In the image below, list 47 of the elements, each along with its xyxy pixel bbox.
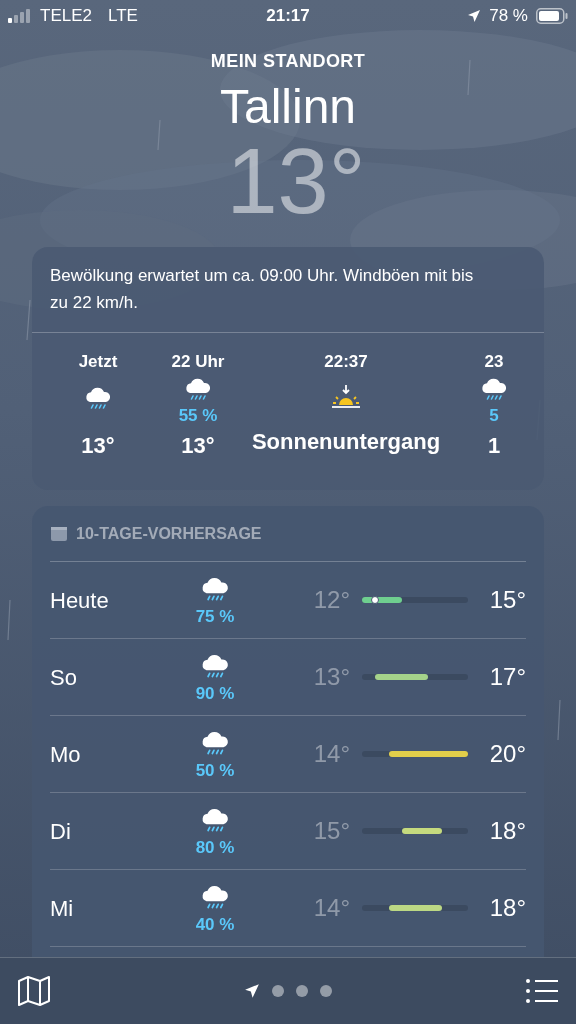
- low-temperature: 12°: [312, 585, 350, 615]
- calendar-icon: [50, 524, 68, 543]
- map-icon: [17, 975, 51, 1007]
- precipitation-chance: 40 %: [195, 916, 235, 934]
- list-icon: [525, 978, 559, 1004]
- sunset-label: Sonnenuntergang: [251, 427, 441, 456]
- battery-icon: [536, 8, 568, 24]
- hour-label: 22:37: [324, 351, 368, 373]
- day-name: Di: [50, 817, 72, 846]
- signal-icon: [8, 9, 32, 23]
- high-temperature: 18°: [488, 816, 526, 846]
- high-temperature: 18°: [488, 893, 526, 923]
- carrier-name: TELE2: [40, 5, 92, 28]
- precipitation-chance: 50 %: [195, 762, 235, 780]
- location-arrow-icon: [467, 9, 482, 23]
- forecast-title: 10-TAGE-VORHERSAGE: [76, 523, 262, 544]
- map-button[interactable]: [16, 973, 52, 1009]
- day-name: Heute: [50, 586, 110, 615]
- precipitation-chance: 5: [489, 406, 499, 425]
- location-page-icon[interactable]: [244, 983, 260, 999]
- network-type: LTE: [108, 5, 138, 28]
- location-caption: MEIN STANDORT: [210, 50, 366, 73]
- precipitation-chance: 90 %: [195, 685, 235, 703]
- day-name: Mi: [50, 894, 75, 923]
- precipitation-chance: 80 %: [195, 839, 235, 857]
- hour-temperature: 13°: [81, 431, 115, 460]
- battery-percent: 78 %: [489, 5, 528, 28]
- hour-temperature: 1: [487, 431, 501, 460]
- precipitation-chance: 55 %: [178, 406, 218, 425]
- clock-time: 21:17: [266, 5, 310, 28]
- day-name: So: [50, 663, 78, 692]
- high-temperature: 17°: [488, 662, 526, 692]
- current-temperature: 13°: [226, 135, 366, 227]
- high-temperature: 15°: [488, 585, 526, 615]
- precipitation-chance: 75 %: [195, 608, 235, 626]
- low-temperature: 13°: [312, 662, 350, 692]
- low-temperature: 14°: [312, 893, 350, 923]
- day-name: Mo: [50, 740, 82, 769]
- forecast-summary: Bewölkung erwartet um ca. 09:00 Uhr. Windböen mit bis zu 22 km/h.: [32, 247, 544, 333]
- low-temperature: 15°: [312, 816, 350, 846]
- high-temperature: 20°: [488, 739, 526, 769]
- city-name: Tallinn: [219, 79, 357, 135]
- hour-label: 23: [484, 351, 504, 373]
- hour-temperature: 13°: [181, 431, 215, 460]
- hour-label: 22 Uhr: [171, 351, 225, 373]
- hour-label: Jetzt: [78, 351, 118, 373]
- low-temperature: 14°: [312, 739, 350, 769]
